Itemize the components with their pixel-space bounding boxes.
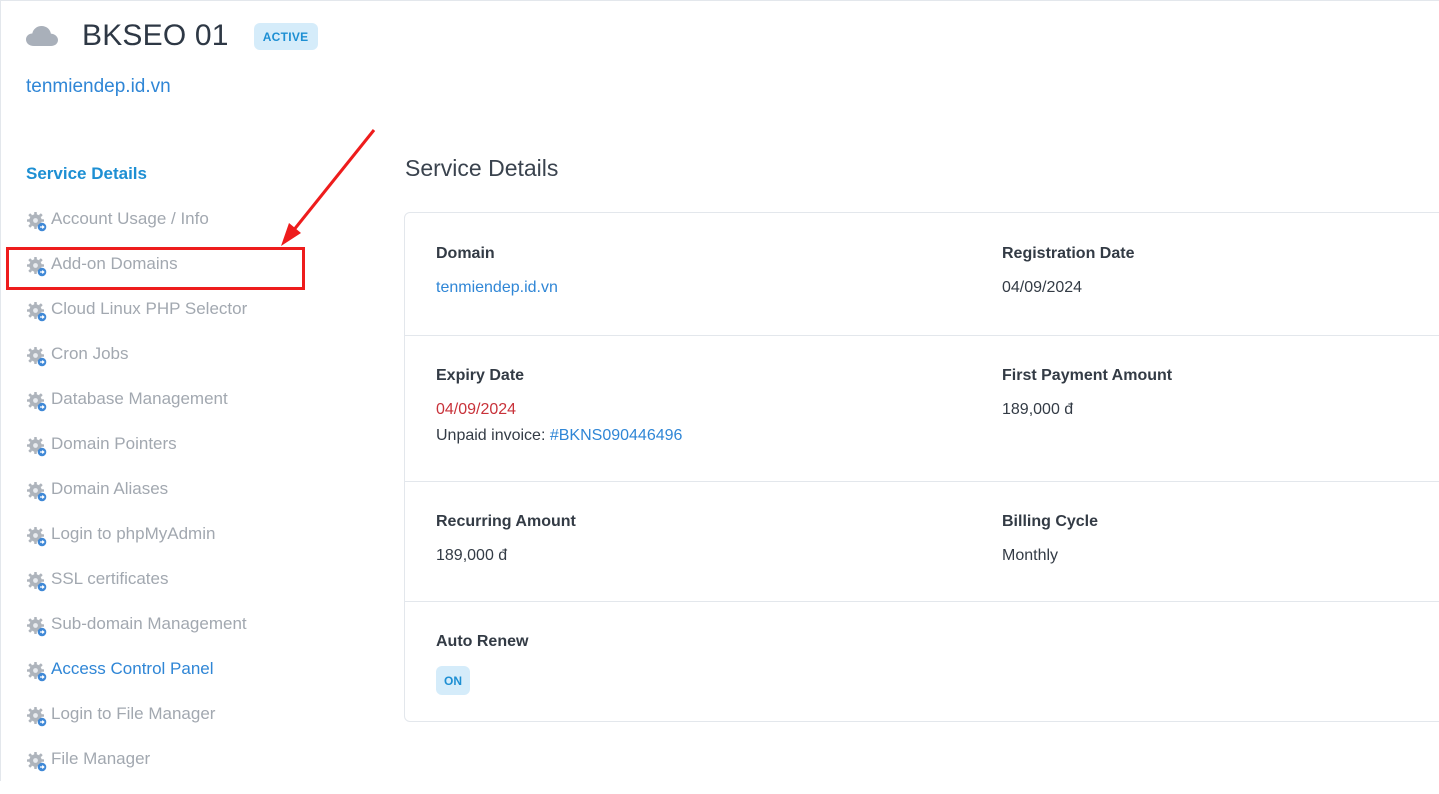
sidebar-item-login-file-manager[interactable]: Login to File Manager [26,704,247,749]
field-label: Domain [436,245,495,262]
field-value: 189,000 đ [1002,401,1074,418]
sidebar-item-cron-jobs[interactable]: Cron Jobs [26,344,247,389]
gear-icon [26,256,47,277]
sidebar-item-subdomain-management[interactable]: Sub-domain Management [26,614,247,659]
gear-icon [26,751,47,772]
sidebar-item-domain-pointers[interactable]: Domain Pointers [26,434,247,479]
unpaid-invoice-text: Unpaid invoice: [436,427,546,444]
details-row-expiry: Expiry Date 04/09/2024 Unpaid invoice: #… [405,335,1439,482]
service-title: BKSEO 01 [82,19,229,52]
sidebar-item-label: Database Management [51,389,228,408]
gear-icon [26,436,47,457]
field-expiry-date: Expiry Date 04/09/2024 Unpaid invoice: #… [436,367,682,445]
gear-icon [26,526,47,547]
gear-icon [26,616,47,637]
gear-icon [26,301,47,322]
expiry-date-value: 04/09/2024 [436,401,517,418]
field-first-payment: First Payment Amount 189,000 đ [1002,367,1172,419]
page-title: Service Details [405,155,559,181]
unpaid-invoice-line: Unpaid invoice: #BKNS090446496 [436,427,682,445]
sidebar-item-addon-domains[interactable]: Add-on Domains [26,254,247,299]
domain-value-link[interactable]: tenmiendep.id.vn [436,279,558,297]
sidebar-item-label: Domain Aliases [51,479,169,498]
field-label: Registration Date [1002,245,1135,262]
sidebar-item-label: Domain Pointers [51,434,177,453]
sidebar-item-php-selector[interactable]: Cloud Linux PHP Selector [26,299,247,344]
field-value: 189,000 đ [436,547,508,564]
field-registration-date: Registration Date 04/09/2024 [1002,245,1134,297]
page-frame: BKSEO 01 ACTIVE tenmiendep.id.vn Service… [0,0,1439,781]
sidebar-item-file-manager[interactable]: File Manager [26,749,247,794]
gear-icon [26,481,47,502]
sidebar-heading-service-details[interactable]: Service Details [26,164,147,184]
field-value: Monthly [1002,547,1059,564]
gear-icon [26,661,47,682]
sidebar-menu: Account Usage / Info Add-on Domains Clou… [26,209,247,794]
field-label: Recurring Amount [436,513,576,530]
gear-icon [26,706,47,727]
sidebar-item-ssl-certificates[interactable]: SSL certificates [26,569,247,614]
sidebar-item-label: Account Usage / Info [51,209,209,228]
sidebar-item-label: SSL certificates [51,569,169,588]
gear-icon [26,211,47,232]
gear-icon [26,391,47,412]
service-details-card: Domain tenmiendep.id.vn Registration Dat… [404,212,1439,722]
service-domain-link[interactable]: tenmiendep.id.vn [26,76,171,98]
sidebar-item-label: File Manager [51,749,151,768]
field-domain: Domain tenmiendep.id.vn [436,245,558,297]
sidebar-item-account-usage[interactable]: Account Usage / Info [26,209,247,254]
details-row-auto-renew: Auto Renew ON [405,601,1439,721]
gear-icon [26,346,47,367]
service-header: BKSEO 01 ACTIVE [26,19,318,53]
unpaid-invoice-link[interactable]: #BKNS090446496 [550,427,683,444]
sidebar-item-label: Cloud Linux PHP Selector [51,299,248,318]
field-label: First Payment Amount [1002,367,1173,384]
field-label: Auto Renew [436,633,529,650]
sidebar-item-phpmyadmin[interactable]: Login to phpMyAdmin [26,524,247,569]
sidebar-item-label: Access Control Panel [51,659,214,678]
status-badge: ACTIVE [253,22,318,50]
field-label: Billing Cycle [1002,513,1099,530]
sidebar-item-access-control-panel[interactable]: Access Control Panel [26,659,247,704]
auto-renew-badge: ON [436,666,470,695]
sidebar-item-label: Cron Jobs [51,344,129,363]
sidebar-item-label: Login to File Manager [51,704,216,723]
field-value: 04/09/2024 [1002,279,1083,296]
field-recurring-amount: Recurring Amount 189,000 đ [436,513,576,565]
field-label: Expiry Date [436,367,525,384]
sidebar-item-label: Login to phpMyAdmin [51,524,216,543]
field-billing-cycle: Billing Cycle Monthly [1002,513,1098,565]
details-row-recurring: Recurring Amount 189,000 đ Billing Cycle… [405,481,1439,602]
cloud-icon [26,26,58,46]
sidebar-item-domain-aliases[interactable]: Domain Aliases [26,479,247,524]
sidebar-item-label: Add-on Domains [51,254,178,273]
field-auto-renew: Auto Renew ON [436,633,528,695]
details-row-domain: Domain tenmiendep.id.vn Registration Dat… [405,213,1439,336]
sidebar-item-database-management[interactable]: Database Management [26,389,247,434]
sidebar-item-label: Sub-domain Management [51,614,247,633]
gear-icon [26,571,47,592]
